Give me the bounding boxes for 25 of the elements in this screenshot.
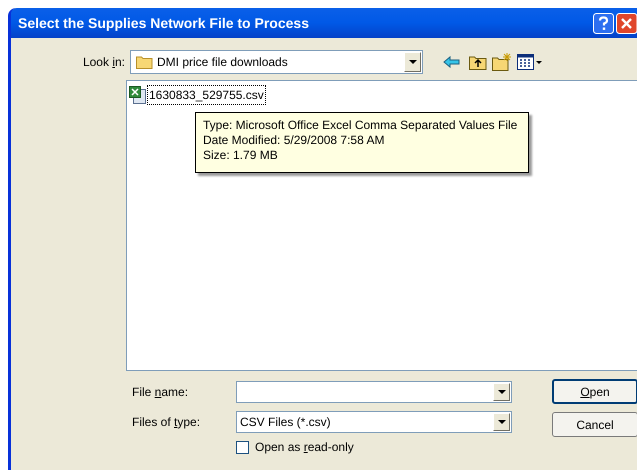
new-folder-icon[interactable]	[492, 53, 512, 71]
tooltip-text: Date Modified: 5/29/2008 7:58 AM	[203, 133, 386, 148]
look-in-dropdown[interactable]: DMI price file downloads	[130, 50, 423, 74]
folder-name: DMI price file downloads	[157, 54, 289, 71]
folder-up-icon[interactable]	[469, 54, 487, 70]
file-name[interactable]: 1630833_529755.csv	[147, 85, 266, 105]
window-title: Select the Supplies Network File to Process	[18, 14, 310, 33]
open-button[interactable]: Open	[552, 379, 637, 404]
help-icon[interactable]	[593, 12, 614, 34]
close-icon[interactable]	[616, 12, 637, 34]
file-type-dropdown[interactable]: CSV Files (*.csv)	[236, 411, 512, 433]
look-in-label: Look in:	[82, 54, 126, 71]
spreadsheet-file-icon	[129, 86, 147, 104]
view-menu-icon[interactable]	[517, 54, 543, 70]
read-only-label: Open as read-only	[255, 439, 354, 456]
file-name-label: File name:	[131, 384, 190, 401]
file-type-value: CSV Files (*.csv)	[239, 414, 332, 431]
back-arrow-icon[interactable]	[443, 55, 461, 69]
file-name-field[interactable]	[236, 381, 512, 403]
read-only-checkbox[interactable]	[236, 440, 249, 454]
folder-icon	[136, 55, 153, 69]
tooltip-text: Type: Microsoft Office Excel Comma Separated Values File	[203, 118, 518, 133]
tooltip-text: Size: 1.79 MB	[203, 148, 279, 163]
cancel-button[interactable]: Cancel	[552, 412, 637, 437]
file-type-label: Files of type:	[131, 414, 202, 431]
